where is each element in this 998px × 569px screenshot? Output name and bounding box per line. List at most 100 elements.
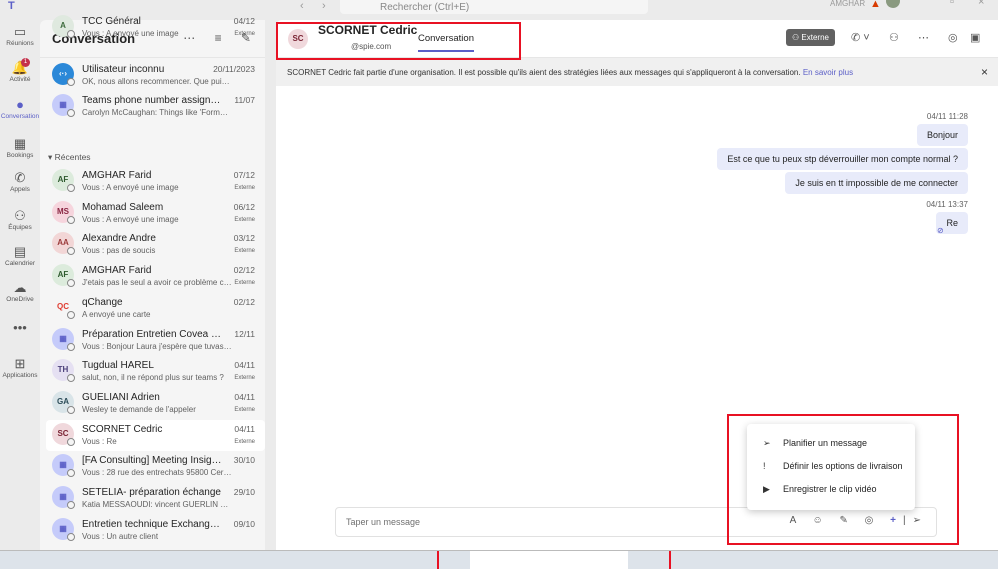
conversation-item[interactable]: AF AMGHAR Farid Vous : A envoyé une image 0… (46, 166, 265, 197)
popout-icon[interactable]: ▣ (970, 31, 980, 44)
presence-status-icon (67, 405, 75, 414)
conversation-name: Entretien technique Exchange Fari... (82, 518, 222, 530)
external-label: Externe (234, 185, 255, 191)
conversation-item[interactable]: ▦ SETELIA- préparation échange Katia MESSA… (46, 483, 265, 514)
conversation-date: 07/12 (233, 170, 255, 180)
conversation-name: AMGHAR Farid (82, 170, 152, 181)
rail-item-6[interactable]: ▤ Calendrier (0, 244, 40, 267)
conversation-item[interactable]: ‹·› Utilisateur inconnu OK, nous allons re… (46, 60, 265, 91)
message-preview: Vous : 28 rue des entrechats 95800 Cergy… (82, 468, 232, 478)
conversation-name: [FA Consulting] Meeting Insights ... (82, 455, 222, 467)
message-bubble[interactable]: Est ce que tu peux stp déverrouiller mon… (717, 148, 968, 170)
message-preview: Carolyn McCaughan: Things like 'Formerly… (82, 108, 232, 117)
conversation-date: 04/11 (234, 391, 255, 402)
message-preview: Wesley te demande de l'appeler (82, 404, 196, 414)
forward-button[interactable]: › (322, 0, 326, 12)
rail-item-5[interactable]: ⚇ Équipes (0, 208, 40, 231)
maximize-button[interactable]: ▫ (950, 0, 954, 8)
close-icon[interactable]: × (981, 65, 988, 79)
teams-logo-icon: T (8, 0, 15, 12)
presence-status-icon (67, 109, 75, 117)
conversation-date: 29/10 (233, 487, 255, 497)
rail-item-1[interactable]: 🔔 1 Activité (0, 58, 40, 83)
message-row: Re (717, 212, 968, 236)
bell-icon: 🔔 (11, 60, 29, 75)
conversation-item[interactable]: ▦Teams phone number assignment...Carolyn… (46, 91, 265, 122)
message-preview: OK, nous allons recommencer. Que puis-je… (82, 77, 232, 86)
decor-line (437, 551, 439, 569)
read-receipt-icon: ⊘ (937, 226, 944, 235)
call-button[interactable]: ✆ ˅ (851, 31, 870, 44)
avatar[interactable] (886, 0, 900, 8)
rail-item-3[interactable]: ▦ Bookings (0, 136, 40, 159)
conversation-list: Conversation ⋯ ≡ ✎ ▾ Récentes A TCC Généra… (40, 15, 265, 550)
conversation-item[interactable]: GA GUELIANI Adrien Wesley te demande de l'… (46, 388, 265, 419)
external-label: Externe (234, 280, 255, 287)
phone-icon: ✆ (14, 170, 26, 185)
message-row: Est ce que tu peux stp déverrouiller mon… (717, 148, 968, 172)
conversation-date: 20/11/2023 (213, 64, 255, 74)
conversation-name: GUELIANI Adrien (82, 391, 160, 403)
external-label: Externe (234, 248, 255, 255)
external-banner: SCORNET Cedric fait partie d'une organis… (276, 58, 998, 86)
conversation-item[interactable]: TH Tugdual HAREL salut, non, il ne répond … (46, 356, 265, 387)
rail-item-8[interactable]: ••• (0, 320, 40, 336)
learn-more-link[interactable]: En savoir plus (803, 68, 853, 77)
calendar-icon: ▤ (13, 244, 27, 259)
presence-status-icon (67, 247, 75, 256)
conversation-item[interactable]: SC SCORNET Cedric Vous : Re 04/11 Externe (46, 419, 265, 451)
conversation-item[interactable]: AA Alexandre Andre Vous : pas de soucis 03/… (46, 229, 265, 260)
rail-label: Réunions (6, 40, 34, 47)
message-bubble[interactable]: Je suis en tt impossible de me connecter (785, 172, 968, 194)
section-recentes[interactable]: ▾ Récentes (48, 152, 91, 163)
back-button[interactable]: ‹ (300, 0, 304, 12)
conversation-item[interactable]: ▦ [FA Consulting] Meeting Insights ... Vou… (46, 451, 265, 482)
section-label: Récentes (54, 152, 91, 162)
highlight-box-header (276, 22, 521, 60)
notification-badge: 1 (21, 58, 30, 67)
more-options-icon[interactable]: ⋯ (918, 31, 929, 44)
conversation-date: 04/11 (234, 423, 255, 434)
warning-icon: ▲ (870, 0, 881, 10)
message-list: 04/11 11:28 Bonjour Est ce que tu peux stp… (717, 108, 968, 236)
conversation-item[interactable]: QC qChange A envoyé une carte 02/12 (46, 293, 265, 324)
message-preview: Vous : Un autre client (82, 531, 159, 541)
conversation-name: Préparation Entretien Covea - Che... (82, 328, 222, 340)
people-icon[interactable]: ⚇ (889, 31, 899, 44)
conversation-item[interactable]: ▦Entretien technique Exchange Fari...Vou… (46, 515, 265, 546)
teams-icon: ⚇ (14, 208, 26, 223)
presence-status-icon (67, 532, 75, 541)
conversation-name: Utilisateur inconnu (82, 64, 165, 75)
conversation-name: AMGHAR Farid (82, 265, 152, 277)
conversation-item[interactable]: ▦Préparation Entretien Covea - Che...Vou… (46, 325, 265, 356)
rail-item-0[interactable]: ▭ Réunions (0, 24, 40, 47)
message-preview: Vous : pas de soucis (82, 246, 156, 256)
externe-label: Externe (801, 33, 829, 42)
conversation-date: 02/12 (233, 296, 255, 307)
message-timestamp: 04/11 11:28 (926, 112, 968, 121)
more-icon: ••• (13, 320, 27, 335)
rail-label: Bookings (6, 152, 34, 159)
conversation-name: Teams phone number assignment... (82, 95, 222, 106)
conversation-item[interactable]: AF AMGHAR Farid J'etais pas le seul a avoi… (46, 261, 265, 292)
copilot-icon[interactable]: ◎ (948, 31, 958, 44)
conversation-item[interactable]: A TCC Général Vous : A envoyé une image 04/… (46, 12, 265, 43)
message-preview: Vous : A envoyé une image (82, 183, 179, 192)
rail-item-4[interactable]: ✆ Appels (0, 170, 40, 193)
rail-item-7[interactable]: ☁ OneDrive (0, 280, 40, 303)
decor-line (669, 551, 671, 569)
rail-item-9[interactable]: ⊞ Applications (0, 356, 40, 379)
presence-status-icon (67, 310, 75, 319)
externe-button[interactable]: ⚇ Externe (786, 29, 835, 46)
rail-label: Conversation (0, 113, 40, 120)
rail-label: Calendrier (5, 260, 35, 267)
message-bubble[interactable]: Bonjour (916, 124, 968, 146)
rail-item-2[interactable]: ● Conversation (0, 97, 40, 120)
external-label: Externe (234, 31, 255, 37)
rail-label: Applications (2, 372, 38, 379)
close-window-button[interactable]: × (978, 0, 984, 8)
conversation-item[interactable]: MS Mohamad Saleem Vous : A envoyé une imag… (46, 198, 265, 229)
external-label: Externe (234, 375, 255, 382)
search-input[interactable]: Rechercher (Ctrl+E) (340, 0, 648, 14)
external-label: Externe (234, 438, 255, 445)
